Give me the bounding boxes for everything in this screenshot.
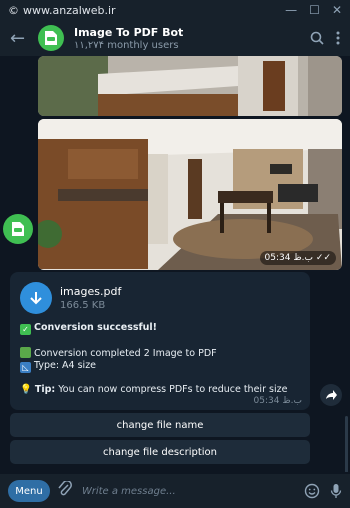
photo-kitchen-counter-image [38,56,342,116]
chat-header: ← Image To PDF Bot ۱۱,۲۷۴ monthly users [0,20,350,56]
more-options-icon[interactable] [336,31,340,45]
minimize-icon[interactable]: — [285,3,297,17]
paperclip-icon [58,480,72,496]
monthly-users: ۱۱,۲۷۴ monthly users [74,39,179,51]
read-checkmarks-icon: ✓✓ [315,253,331,263]
emoji-icon[interactable] [304,483,320,499]
triangle-ruler-icon: ◺ [20,362,31,373]
bot-message-avatar[interactable] [3,214,33,244]
download-arrow-icon [30,292,42,305]
photo-kitchen-counter[interactable] [38,56,342,116]
close-icon[interactable]: ✕ [332,3,342,17]
photo-living-room[interactable]: 05:34 ب.ظ ✓✓ [38,119,342,270]
window-controls: — ☐ ✕ [285,3,342,17]
file-size: 166.5 KB [60,300,106,311]
pdf-file-icon [45,31,57,45]
chat-area[interactable]: 05:34 ب.ظ ✓✓ images.pdf 166.5 KB ✓ Conver… [0,56,350,472]
file-name[interactable]: images.pdf [60,285,121,298]
media-timestamp: 05:34 ب.ظ ✓✓ [259,251,336,265]
attach-icon[interactable] [58,480,76,501]
picture-icon [20,347,31,358]
back-arrow-icon[interactable]: ← [10,28,32,49]
type-line: ◺ Type: A4 size [20,360,96,373]
bot-name: Image To PDF Bot [74,25,184,39]
message-input-bar: Menu Write a message... [0,474,350,508]
success-line: ✓ Conversion successful! [20,322,157,335]
menu-button[interactable]: Menu [8,480,50,502]
chat-title-block[interactable]: Image To PDF Bot ۱۱,۲۷۴ monthly users [74,26,310,51]
bot-avatar[interactable] [38,25,64,51]
forward-button[interactable] [320,384,342,406]
header-actions [310,31,340,45]
completed-line: Conversion completed 2 Image to PDF [20,347,217,359]
tip-line: 💡 Tip: You can now compress PDFs to redu… [20,384,288,395]
search-icon[interactable] [310,31,324,45]
window-titlebar: © www.anzalweb.ir — ☐ ✕ [0,0,350,20]
change-file-description-button[interactable]: change file description [10,440,310,464]
check-mark-icon: ✓ [20,324,31,335]
scrollbar[interactable] [345,416,348,472]
message-timestamp: 05:34 ب.ظ [253,396,302,406]
change-file-name-button[interactable]: change file name [10,413,310,437]
message-input[interactable]: Write a message... [82,486,304,497]
light-bulb-icon: 💡 [20,384,32,395]
input-actions [304,483,342,499]
copyright-icon: © [8,3,19,17]
watermark: © www.anzalweb.ir [8,3,116,17]
maximize-icon[interactable]: ☐ [309,3,320,17]
pdf-file-icon [12,222,24,236]
forward-arrow-icon [326,390,337,400]
microphone-icon[interactable] [330,483,342,499]
document-message[interactable]: images.pdf 166.5 KB ✓ Conversion successf… [10,272,310,410]
download-button[interactable] [20,282,52,314]
photo-living-room-image [38,119,342,270]
